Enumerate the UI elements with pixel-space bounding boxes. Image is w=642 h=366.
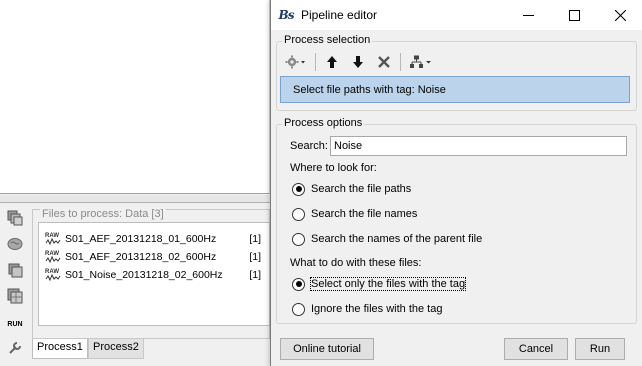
radio-search-file-paths[interactable]: Search the file paths	[292, 181, 411, 197]
files-panel-title: Files to process: Data [3]	[40, 208, 166, 220]
raw-file-icon: RAW	[45, 233, 61, 246]
radio-label: Ignore the files with the tag	[311, 303, 443, 315]
selected-process-label: Select file paths with tag: Noise	[293, 84, 446, 96]
radio-button[interactable]	[292, 302, 305, 316]
maximize-icon	[568, 9, 580, 21]
raw-file-icon: RAW	[45, 269, 61, 282]
close-button[interactable]	[597, 0, 642, 30]
minimize-icon	[522, 14, 534, 16]
radio-label: Search the file names	[311, 208, 418, 220]
minimize-button[interactable]	[505, 0, 551, 30]
search-input[interactable]	[330, 136, 627, 156]
radio-button[interactable]	[292, 207, 305, 221]
what-to-do-label: What to do with these files:	[290, 257, 422, 269]
close-icon	[614, 9, 626, 21]
grid-stack-icon[interactable]	[5, 286, 25, 306]
file-name: S01_Noise_20131218_02_600Hz	[65, 269, 223, 281]
maximize-button[interactable]	[551, 0, 597, 30]
process-left-toolbar: RUN	[2, 206, 28, 364]
arrow-down-icon	[353, 56, 363, 68]
brain-icon[interactable]	[5, 234, 25, 254]
files-list[interactable]: RAW S01_AEF_20131218_01_600Hz [1] RAW S0…	[38, 222, 270, 326]
move-down-button[interactable]	[348, 52, 368, 72]
radio-button[interactable]	[292, 232, 305, 246]
file-row[interactable]: RAW S01_Noise_20131218_02_600Hz [1]	[45, 267, 271, 283]
selected-process-item[interactable]: Select file paths with tag: Noise	[280, 76, 630, 103]
radio-label: Search the names of the parent file	[311, 233, 483, 245]
where-to-look-label: Where to look for:	[290, 162, 377, 174]
svg-text:RAW: RAW	[45, 233, 59, 239]
file-count: [1]	[249, 233, 261, 245]
svg-text:RAW: RAW	[45, 269, 59, 275]
process-options-title: Process options	[282, 117, 365, 129]
process-stack-icon[interactable]	[5, 208, 25, 228]
tab-process1[interactable]: Process1	[32, 339, 88, 359]
wrench-icon[interactable]	[5, 338, 25, 358]
file-count: [1]	[249, 269, 261, 281]
arrow-up-icon	[327, 56, 337, 68]
pipeline-dropdown-button[interactable]	[406, 52, 436, 72]
radio-ignore-files-with-tag[interactable]: Ignore the files with the tag	[292, 301, 442, 317]
splitter-bar[interactable]	[0, 195, 270, 203]
radio-label: Search the file paths	[311, 183, 412, 195]
file-name: S01_AEF_20131218_01_600Hz	[65, 233, 217, 245]
pipeline-dropdown-icon	[410, 55, 431, 68]
radio-label: Select only the files with the tag	[309, 277, 467, 291]
brainstorm-logo-icon: Bs	[278, 7, 294, 23]
search-label: Search:	[290, 140, 328, 152]
radio-search-file-names[interactable]: Search the file names	[292, 206, 417, 222]
tab-process2[interactable]: Process2	[88, 339, 144, 359]
svg-text:RAW: RAW	[45, 251, 59, 257]
move-up-button[interactable]	[322, 52, 342, 72]
file-name: S01_AEF_20131218_02_600Hz	[65, 251, 217, 263]
stacked-data-icon[interactable]	[5, 260, 25, 280]
cancel-button[interactable]: Cancel	[504, 338, 568, 360]
file-count: [1]	[249, 251, 261, 263]
radio-button-checked[interactable]	[292, 182, 305, 196]
toolbar-separator	[400, 53, 401, 71]
run-pipeline-button[interactable]: Run	[575, 338, 625, 360]
run-button[interactable]: RUN	[5, 314, 25, 334]
gear-dropdown-button[interactable]	[280, 52, 310, 72]
process-selection-title: Process selection	[282, 34, 373, 46]
title-bar[interactable]: Bs Pipeline editor	[271, 0, 642, 30]
radio-search-parent-names[interactable]: Search the names of the parent file	[292, 231, 482, 247]
raw-file-icon: RAW	[45, 251, 61, 264]
radio-button-checked[interactable]	[292, 277, 305, 291]
delete-icon	[378, 56, 390, 68]
file-row[interactable]: RAW S01_AEF_20131218_02_600Hz [1]	[45, 249, 271, 265]
gear-dropdown-icon	[285, 55, 305, 69]
pipeline-editor-window: Bs Pipeline editor Process selection Sel…	[270, 0, 642, 366]
toolbar-separator	[315, 53, 316, 71]
delete-button[interactable]	[374, 52, 394, 72]
online-tutorial-button[interactable]: Online tutorial	[280, 338, 374, 360]
file-row[interactable]: RAW S01_AEF_20131218_01_600Hz [1]	[45, 231, 271, 247]
window-title: Pipeline editor	[301, 8, 378, 22]
main-window-display-area	[0, 0, 270, 194]
radio-select-files-with-tag[interactable]: Select only the files with the tag	[292, 276, 467, 292]
